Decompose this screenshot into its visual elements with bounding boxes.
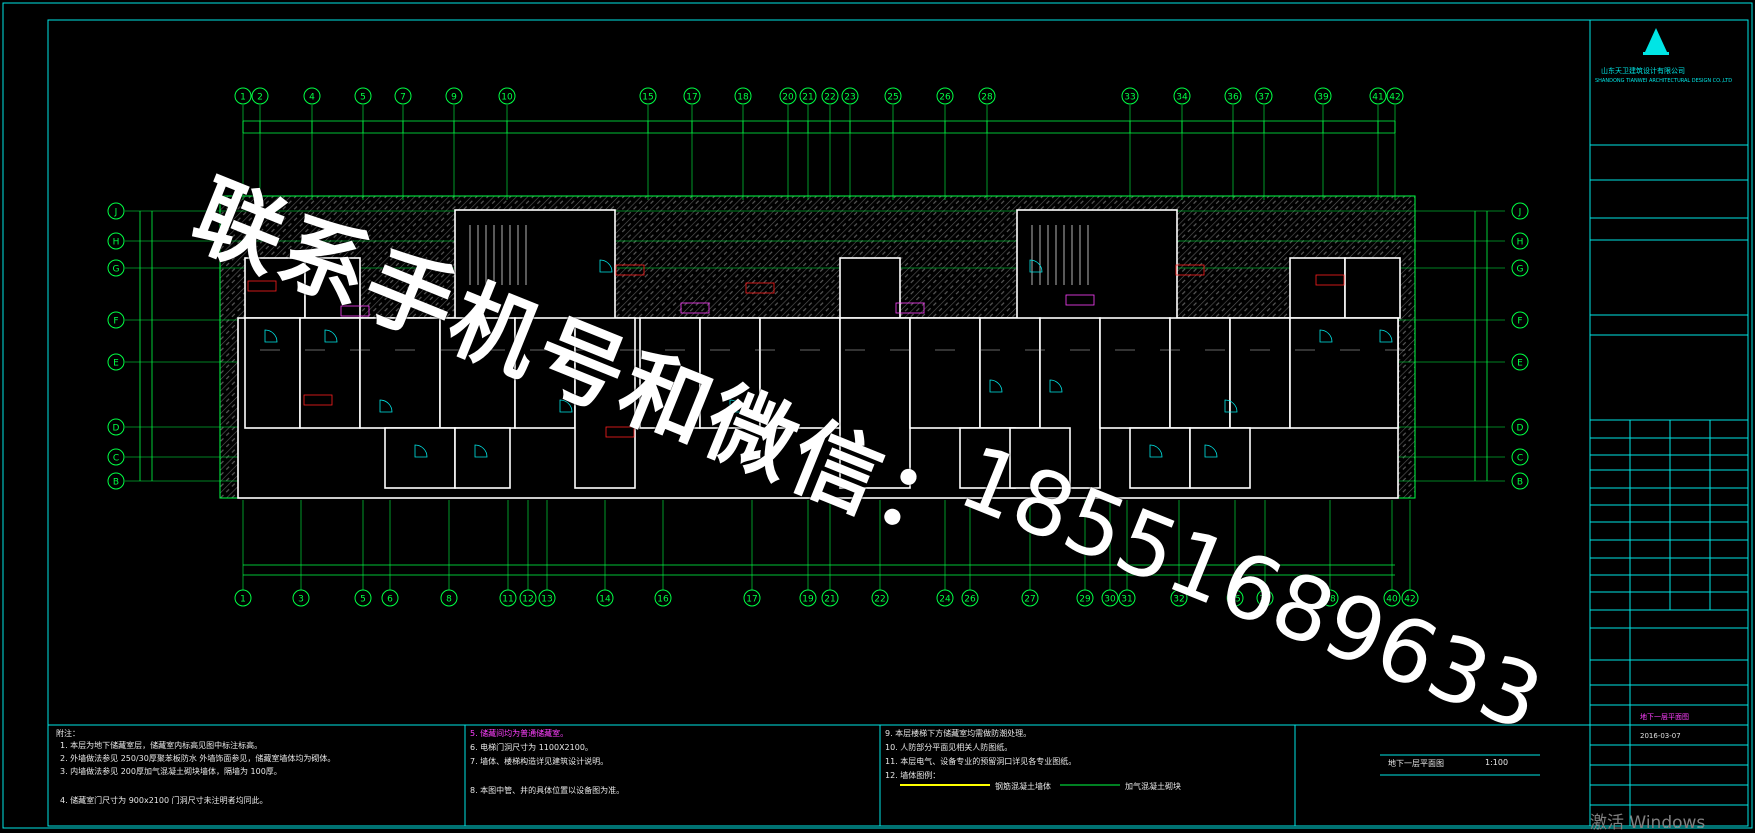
note-11: 11. 本层电气、设备专业的预留洞口详见各专业图纸。 bbox=[885, 757, 1077, 766]
axis-label-top: 42 bbox=[1389, 93, 1400, 103]
axis-label-top: 23 bbox=[844, 93, 855, 103]
axis-label-top: 25 bbox=[887, 93, 898, 103]
axis-label-top: 39 bbox=[1317, 93, 1329, 103]
windows-activation-watermark: 激活 Windows bbox=[1590, 813, 1706, 833]
axis-label-bottom: 5 bbox=[360, 595, 366, 605]
note-3: 3. 内墙做法参见 200厚加气混凝土砌块墙体，隔墙为 100厚。 bbox=[60, 767, 282, 776]
axis-label-top: 9 bbox=[451, 93, 457, 103]
axis-label-bottom: 30 bbox=[1104, 595, 1116, 605]
title-block-lines bbox=[1590, 144, 1748, 826]
note-2: 2. 外墙做法参见 250/30厚聚苯板防水 外墙饰面参见，储藏室墙体均为砌体。 bbox=[60, 754, 336, 763]
note-4: 4. 储藏室门尺寸为 900x2100 门洞尺寸未注明者均同此。 bbox=[60, 796, 268, 805]
axis-label-row: F bbox=[1517, 317, 1522, 327]
axis-label-top: 7 bbox=[400, 93, 406, 103]
axis-label-top: 37 bbox=[1258, 93, 1269, 103]
axis-label-top: 15 bbox=[642, 93, 653, 103]
axis-label-top: 22 bbox=[824, 93, 835, 103]
axis-label-top: 2 bbox=[257, 93, 263, 103]
company-logo bbox=[1645, 28, 1667, 52]
axis-label-top: 41 bbox=[1372, 93, 1383, 103]
axis-label-row: D bbox=[1517, 424, 1524, 434]
axis-label-bottom: 14 bbox=[599, 595, 611, 605]
axis-label-row: B bbox=[1517, 478, 1523, 488]
axis-label-top: 5 bbox=[360, 93, 366, 103]
company-name: 山东天卫建筑设计有限公司 bbox=[1601, 67, 1685, 75]
axis-label-row: E bbox=[113, 359, 119, 369]
drawing-title: 地下一层平面图 bbox=[1640, 713, 1689, 721]
note-7: 7. 墙体、楼梯构造详见建筑设计说明。 bbox=[470, 757, 609, 766]
axis-label-bottom: 26 bbox=[964, 595, 976, 605]
footer-scale: 1:100 bbox=[1485, 758, 1509, 767]
axis-label-top: 26 bbox=[939, 93, 951, 103]
axis-label-bottom: 12 bbox=[522, 595, 533, 605]
axis-label-row: H bbox=[1517, 238, 1524, 248]
axis-label-row: G bbox=[1517, 265, 1524, 275]
axis-label-bottom: 19 bbox=[802, 595, 814, 605]
axis-label-top: 17 bbox=[686, 93, 697, 103]
axis-label-row: F bbox=[113, 317, 118, 327]
legend-block: 加气混凝土砌块 bbox=[1125, 782, 1181, 791]
axis-label-row: H bbox=[113, 238, 120, 248]
axis-label-row: C bbox=[113, 454, 119, 464]
axis-label-top: 21 bbox=[802, 93, 813, 103]
axis-label-row: J bbox=[1518, 208, 1522, 218]
axis-label-bottom: 21 bbox=[824, 595, 835, 605]
note-12: 12. 墙体图例： bbox=[885, 771, 941, 780]
axis-label-bottom: 22 bbox=[874, 595, 885, 605]
axis-label-bottom: 27 bbox=[1024, 595, 1035, 605]
axis-label-bottom: 29 bbox=[1079, 595, 1091, 605]
axis-label-bottom: 1 bbox=[240, 595, 246, 605]
axis-label-top: 20 bbox=[782, 93, 794, 103]
axis-label-top: 18 bbox=[737, 93, 749, 103]
footer-title: 地下一层平面图 bbox=[1388, 759, 1444, 768]
axis-label-bottom: 8 bbox=[446, 595, 452, 605]
note-10: 10. 人防部分平面见相关人防图纸。 bbox=[885, 743, 1013, 752]
axis-label-top: 33 bbox=[1124, 93, 1135, 103]
axis-label-bottom: 11 bbox=[502, 595, 513, 605]
note-5: 5. 储藏间均为普通储藏室。 bbox=[470, 729, 569, 738]
axis-label-bottom: 13 bbox=[541, 595, 552, 605]
axis-label-bottom: 3 bbox=[298, 595, 304, 605]
note-8: 8. 本图中管、井的具体位置以设备图为准。 bbox=[470, 786, 625, 795]
axis-label-bottom: 24 bbox=[939, 595, 951, 605]
axis-label-row: J bbox=[114, 208, 118, 218]
axis-label-top: 4 bbox=[309, 93, 315, 103]
axis-label-top: 1 bbox=[240, 93, 246, 103]
drawing-date: 2016-03-07 bbox=[1640, 732, 1681, 740]
axis-label-top: 10 bbox=[501, 93, 513, 103]
axis-label-row: G bbox=[113, 265, 120, 275]
axis-label-row: C bbox=[1517, 454, 1523, 464]
axis-label-row: B bbox=[113, 478, 119, 488]
note-9: 9. 本层楼梯下方储藏室均需做防潮处理。 bbox=[885, 729, 1032, 738]
axis-label-bottom: 17 bbox=[746, 595, 757, 605]
axis-label-bottom: 6 bbox=[387, 595, 393, 605]
axis-label-top: 28 bbox=[981, 93, 993, 103]
note-1: 1. 本层为地下储藏室层，储藏室内标高见图中标注标高。 bbox=[60, 741, 263, 750]
axis-label-top: 36 bbox=[1227, 93, 1239, 103]
company-name-en: SHANDONG TIANWEI ARCHITECTURAL DESIGN CO… bbox=[1595, 78, 1733, 84]
axis-label-row: D bbox=[113, 424, 120, 434]
axis-label-row: E bbox=[1517, 359, 1523, 369]
axis-label-top: 34 bbox=[1176, 93, 1188, 103]
notes-header: 附注： bbox=[56, 729, 80, 738]
legend-concrete: 钢筋混凝土墙体 bbox=[995, 782, 1051, 791]
axis-label-bottom: 31 bbox=[1121, 595, 1132, 605]
axis-label-bottom: 16 bbox=[657, 595, 669, 605]
note-6: 6. 电梯门洞尺寸为 1100X2100。 bbox=[470, 743, 593, 752]
